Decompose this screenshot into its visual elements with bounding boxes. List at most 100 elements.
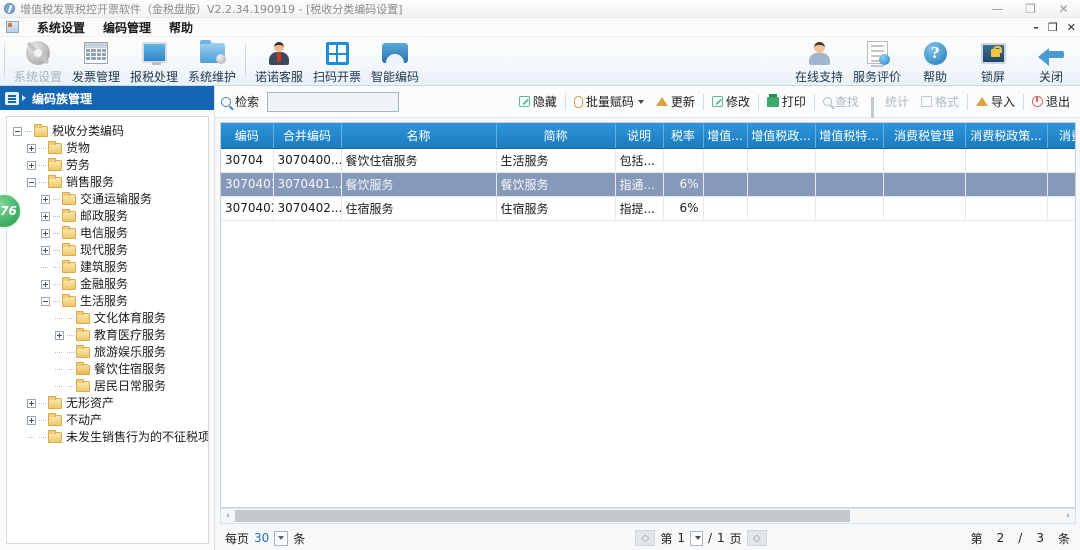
scroll-left-arrow[interactable]: ‹ — [221, 509, 235, 523]
per-page-value[interactable]: 30 — [254, 531, 269, 545]
ribbon-label: 服务评价 — [852, 70, 901, 84]
column-header[interactable]: 税率 — [663, 123, 704, 149]
ribbon-button-scan-invoice[interactable]: 扫码开票 — [308, 37, 366, 85]
caret-right-icon[interactable] — [22, 95, 26, 101]
tree-expand-toggle[interactable] — [41, 280, 50, 289]
table-row[interactable]: 30704023070402...住宿服务住宿服务指提...6% — [221, 196, 1075, 221]
data-table-container[interactable]: 编码 合并编码 名称 简称 说明 税率 增值... 增值税政... 增值税特... 消费税管理 消费… — [220, 122, 1076, 508]
scroll-thumb[interactable] — [235, 510, 851, 522]
tree-node[interactable]: 文化体育服务 — [7, 310, 208, 327]
menu-item-help[interactable]: 帮助 — [160, 19, 202, 36]
prev-page-button[interactable]: ◇ — [635, 530, 656, 546]
maximize-button[interactable]: ❐ — [1014, 0, 1047, 18]
tree-node[interactable]: 现代服务 — [7, 242, 208, 259]
action-button-exit[interactable]: 退出 — [1026, 91, 1076, 113]
column-header[interactable]: 说明 — [615, 123, 664, 149]
per-page-dropdown[interactable] — [274, 530, 289, 546]
tree-connector — [67, 386, 74, 387]
column-header[interactable]: 增值税特... — [815, 123, 884, 149]
tree-node[interactable]: 居民日常服务 — [7, 378, 208, 395]
tree-node[interactable]: 生活服务 — [7, 293, 208, 310]
table-cell-empty — [615, 436, 663, 460]
ribbon-button-close[interactable]: 关闭 — [1022, 37, 1080, 85]
ribbon-button-online-support[interactable]: 在线支持 — [790, 37, 848, 85]
scroll-right-arrow[interactable]: › — [1061, 509, 1075, 523]
tree-node[interactable]: 教育医疗服务 — [7, 327, 208, 344]
action-button-printer[interactable]: 打印 — [761, 91, 812, 113]
column-header[interactable]: 简称 — [496, 123, 616, 149]
tree-expand-toggle[interactable] — [55, 331, 64, 340]
search-input[interactable] — [267, 91, 400, 112]
tree-node[interactable]: 交通运输服务 — [7, 191, 208, 208]
tree-collapse-toggle[interactable] — [41, 297, 50, 306]
chevron-down-icon[interactable] — [637, 99, 644, 104]
tree-node-label: 金融服务 — [80, 277, 129, 291]
sidebar-header: 编码族管理 — [0, 86, 214, 110]
tree-expand-toggle[interactable] — [41, 195, 50, 204]
column-header[interactable]: 增值税政... — [747, 123, 816, 149]
table-row[interactable]: 30704 3070400... 餐饮住宿服务 生活服务 包括... — [221, 148, 1075, 173]
tree-collapse-toggle[interactable] — [27, 178, 36, 187]
tree-node[interactable]: 不动产 — [7, 412, 208, 429]
column-header[interactable]: 编码 — [221, 123, 274, 149]
close-button[interactable]: ✕ — [1047, 0, 1080, 18]
ribbon-button-service-rating[interactable]: 服务评价 — [848, 37, 906, 85]
ribbon-button-tax-filing[interactable]: 报税处理 — [125, 37, 183, 85]
ribbon-button-invoice-management[interactable]: 发票管理 — [67, 37, 125, 85]
column-header[interactable]: 消费税管理 — [883, 123, 966, 149]
tree-node[interactable]: 未发生销售行为的不征税项目 — [7, 429, 208, 446]
action-button-update[interactable]: 更新 — [650, 91, 701, 113]
tree-node[interactable]: 劳务 — [7, 157, 208, 174]
minimize-button[interactable]: — — [981, 0, 1014, 18]
tree-expand-toggle[interactable] — [41, 246, 50, 255]
action-button-hide[interactable]: 隐藏 — [513, 91, 563, 113]
column-header[interactable]: 消费税 — [1047, 123, 1075, 149]
tree-expand-toggle[interactable] — [27, 399, 36, 408]
tree-node[interactable]: 销售服务 — [7, 174, 208, 191]
tree-collapse-toggle[interactable] — [13, 127, 22, 136]
tree-node[interactable]: 货物 — [7, 140, 208, 157]
ribbon-button-system-settings[interactable]: 系统设置 — [9, 37, 67, 85]
tree-node[interactable]: 邮政服务 — [7, 208, 208, 225]
code-tree[interactable]: 税收分类编码 货物 劳务 销售服务 交通运输服务 邮政服务 电信服务 现代服务 建筑服务 金融服务… — [6, 116, 209, 544]
tree-node[interactable]: 无形资产 — [7, 395, 208, 412]
scroll-track[interactable] — [235, 509, 1061, 523]
page-input-box[interactable] — [689, 530, 703, 546]
ribbon-button-nuonuo-service[interactable]: 诺诺客服 — [250, 37, 308, 85]
tree-expand-toggle[interactable] — [41, 229, 50, 238]
table-cell-empty — [273, 244, 341, 268]
action-button-import[interactable]: 导入 — [970, 91, 1021, 113]
horizontal-scrollbar[interactable]: ‹ › — [220, 508, 1076, 524]
mdi-restore-button[interactable]: ❐ — [1048, 22, 1058, 33]
tree-node[interactable]: 旅游娱乐服务 — [7, 344, 208, 361]
ribbon-button-lock-screen[interactable]: 锁屏 — [964, 37, 1022, 85]
tree-expand-toggle[interactable] — [27, 161, 36, 170]
tree-node[interactable]: 金融服务 — [7, 276, 208, 293]
folder-icon — [48, 141, 62, 154]
tree-expand-toggle[interactable] — [41, 212, 50, 221]
tree-node-label: 居民日常服务 — [94, 379, 167, 393]
ribbon-button-system-maintenance[interactable]: 系统维护 — [183, 37, 241, 85]
action-button-batch-code[interactable]: 批量赋码 — [568, 91, 650, 113]
tree-node[interactable]: 税收分类编码 — [7, 123, 208, 140]
table-cell-empty — [221, 460, 273, 484]
table-row-empty — [221, 460, 1075, 484]
ribbon-button-smart-coding[interactable]: 智能编码 — [366, 37, 424, 85]
column-header[interactable]: 名称 — [341, 123, 497, 149]
mdi-close-button[interactable]: ✕ — [1067, 22, 1076, 33]
column-header[interactable]: 合并编码 — [273, 123, 342, 149]
tree-expand-toggle[interactable] — [27, 144, 36, 153]
column-header[interactable]: 消费税政策... — [965, 123, 1048, 149]
tree-node[interactable]: 建筑服务 — [7, 259, 208, 276]
tree-expand-toggle[interactable] — [27, 416, 36, 425]
tree-node[interactable]: 餐饮住宿服务 — [7, 361, 208, 378]
menu-item-code-management[interactable]: 编码管理 — [94, 19, 160, 36]
column-header[interactable]: 增值... — [703, 123, 748, 149]
table-row[interactable]: 30704013070401...餐饮服务餐饮服务指通...6% — [221, 172, 1075, 197]
tree-node[interactable]: 电信服务 — [7, 225, 208, 242]
next-page-button[interactable]: ◇ — [746, 530, 767, 546]
menu-item-system-settings[interactable]: 系统设置 — [28, 19, 94, 36]
action-button-edit[interactable]: 修改 — [706, 91, 756, 113]
ribbon-button-help[interactable]: ? 帮助 — [906, 37, 964, 85]
mdi-minimize-button[interactable]: – — [1033, 22, 1039, 33]
